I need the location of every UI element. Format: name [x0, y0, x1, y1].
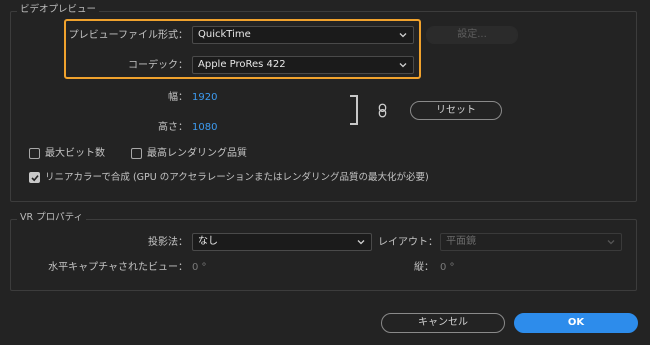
- codec-select[interactable]: Apple ProRes 422: [192, 56, 414, 74]
- projection-value: なし: [198, 236, 218, 247]
- height-value[interactable]: 1080: [192, 121, 217, 135]
- chevron-down-icon: [399, 33, 407, 38]
- file-format-select[interactable]: QuickTime: [192, 26, 414, 44]
- layout-label: レイアウト：: [378, 237, 438, 248]
- aspect-bracket: [350, 95, 358, 125]
- max-render-quality-label: 最高レンダリング品質: [147, 148, 247, 159]
- vr-properties-group: [10, 219, 637, 291]
- width-value[interactable]: 1920: [192, 91, 217, 105]
- settings-button[interactable]: 設定...: [426, 26, 518, 44]
- max-bit-depth-label: 最大ビット数: [45, 148, 105, 159]
- linear-color-checkbox[interactable]: [29, 172, 40, 183]
- codec-value: Apple ProRes 422: [198, 59, 286, 70]
- h-fov-value[interactable]: 0 °: [192, 261, 207, 275]
- chevron-down-icon: [357, 240, 365, 245]
- ok-button[interactable]: OK: [514, 313, 638, 333]
- height-label: 高さ：: [158, 122, 188, 133]
- reset-button[interactable]: リセット: [410, 101, 502, 120]
- check-icon: [31, 175, 39, 182]
- chevron-down-icon: [607, 240, 615, 245]
- video-preview-title: ビデオプレビュー: [17, 4, 100, 16]
- link-icon[interactable]: [378, 103, 387, 118]
- max-render-quality-checkbox[interactable]: [131, 148, 142, 159]
- codec-label: コーデック：: [128, 60, 188, 71]
- h-fov-label: 水平キャプチャされたビュー：: [48, 262, 188, 273]
- v-fov-value[interactable]: 0 °: [440, 261, 455, 275]
- file-format-value: QuickTime: [198, 29, 251, 40]
- projection-select[interactable]: なし: [192, 233, 372, 251]
- file-format-label: プレビューファイル形式：: [68, 30, 188, 41]
- vr-properties-title: VR プロパティ: [17, 212, 87, 224]
- chevron-down-icon: [399, 63, 407, 68]
- layout-value: 平面鏡: [446, 236, 476, 247]
- linear-color-label: リニアカラーで合成 (GPU のアクセラレーションまたはレンダリング品質の最大化…: [45, 172, 429, 183]
- projection-label: 投影法：: [148, 237, 188, 248]
- v-fov-label: 縦：: [414, 262, 434, 273]
- layout-select[interactable]: 平面鏡: [440, 233, 622, 251]
- cancel-button[interactable]: キャンセル: [381, 313, 505, 333]
- width-label: 幅：: [168, 92, 188, 103]
- max-bit-depth-checkbox[interactable]: [29, 148, 40, 159]
